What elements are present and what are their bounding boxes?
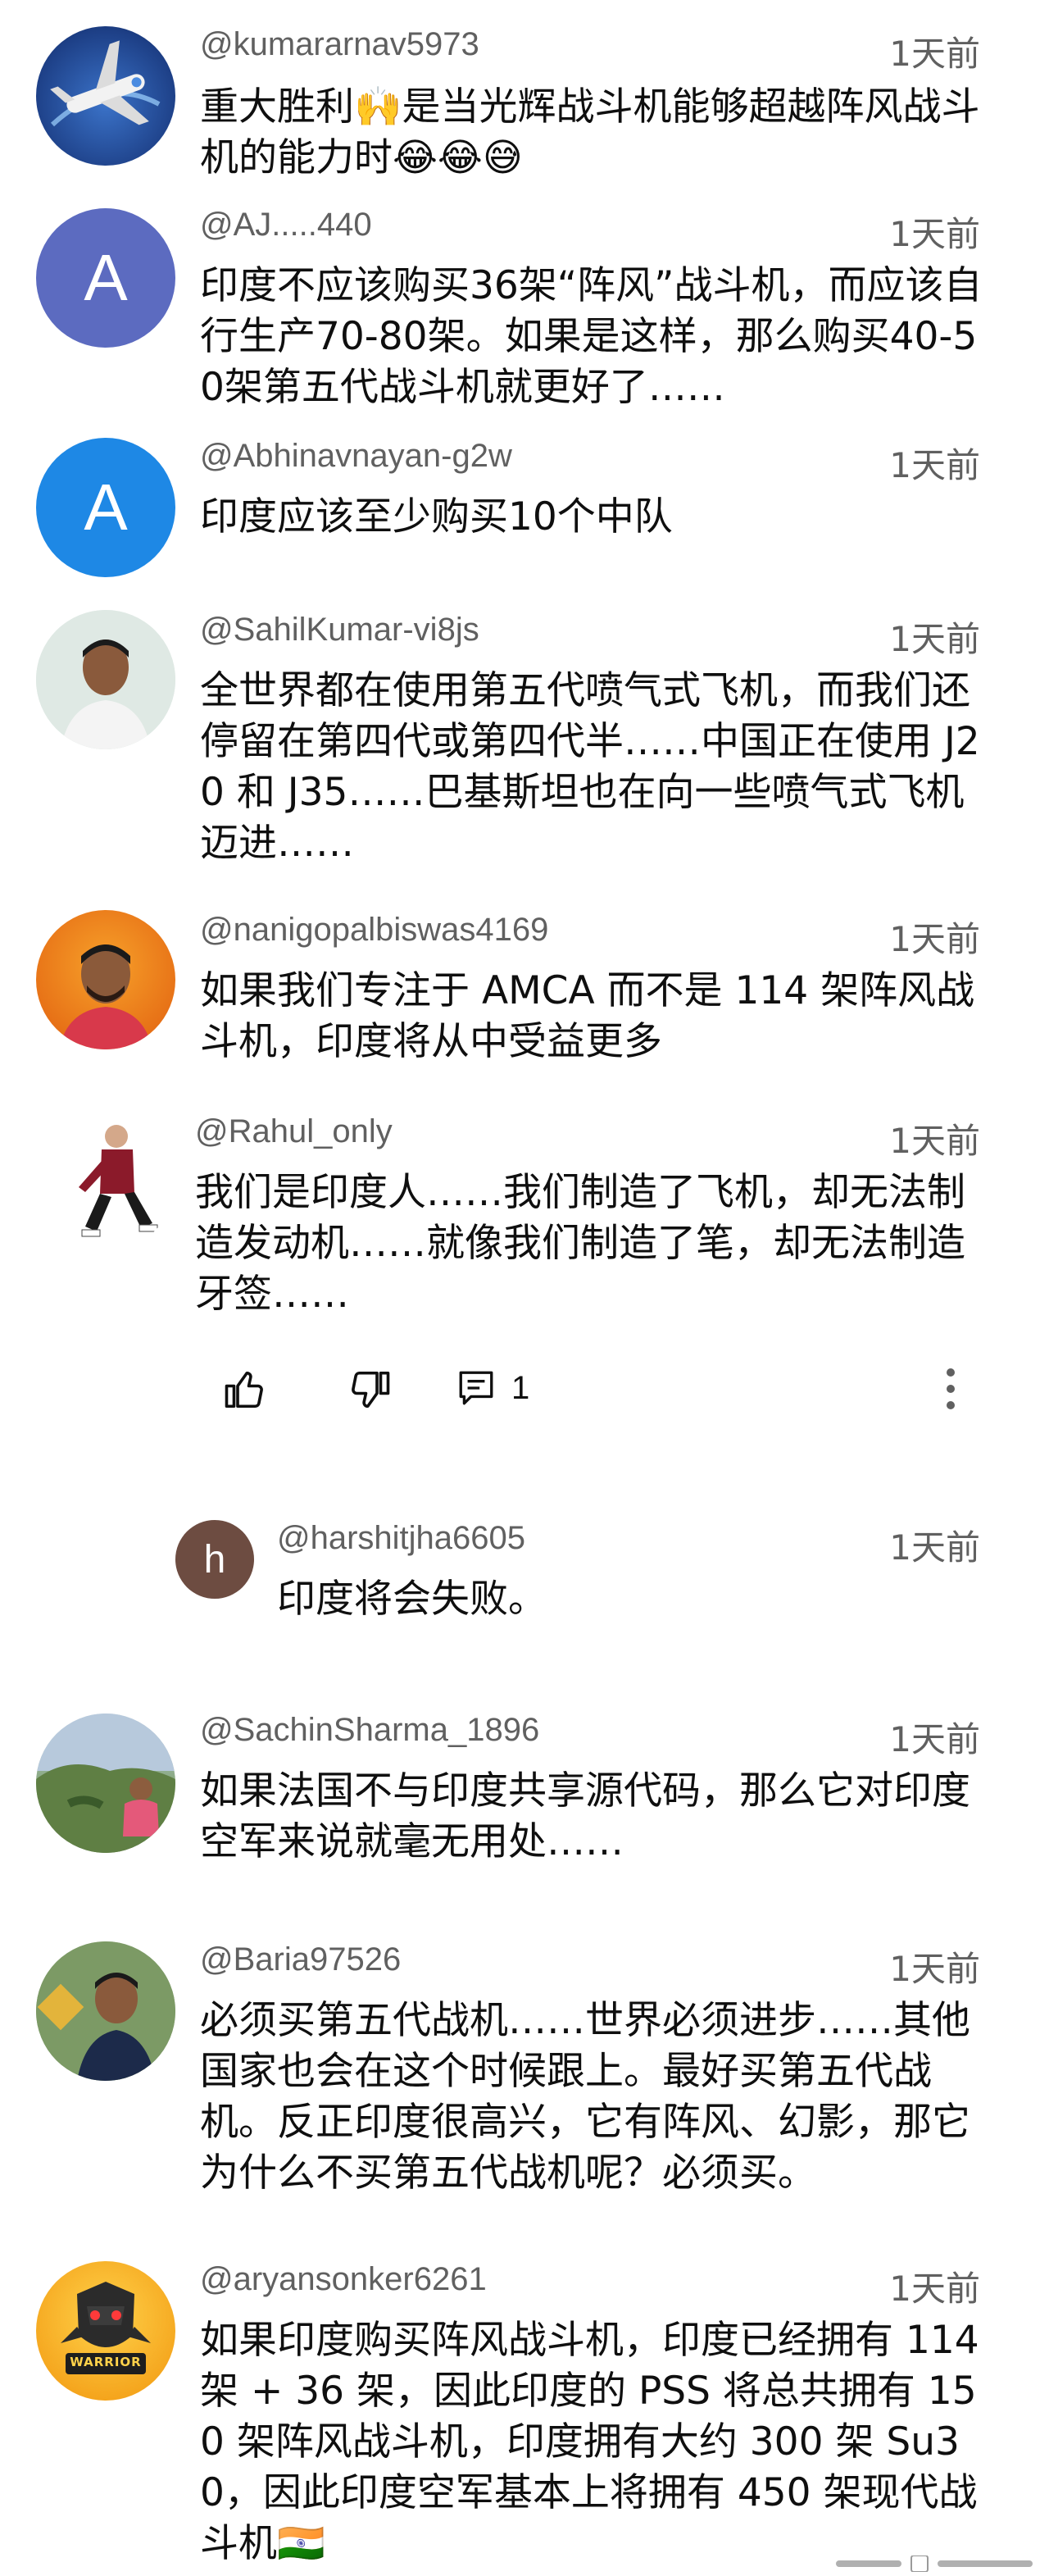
avatar[interactable]: h (175, 1520, 254, 1599)
comment-author[interactable]: @aryansonker6261 (200, 2261, 487, 2298)
dislike-button[interactable] (347, 1368, 392, 1412)
comment-timestamp: 1天前 (889, 919, 980, 959)
comment-text: 印度将会失败。 (277, 1577, 547, 1622)
comment-text: 全世界都在使用第五代喷气式飞机，而我们还停留在第四代或第四代半……中国正在使用 … (200, 668, 980, 866)
reply-comment-icon (459, 1371, 493, 1405)
comment-timestamp: 1天前 (889, 1527, 980, 1568)
reply-button[interactable]: 1 (456, 1368, 529, 1409)
comment-actions: 1 (0, 1356, 1049, 1422)
avatar-letter: h (203, 1537, 226, 1582)
comment-text: 重大胜利🙌是当光辉战斗机能够超越阵风战斗机的能力时😂😂😅 (200, 84, 980, 180)
avatar-letter: A (84, 241, 128, 314)
comment-text: 印度不应该购买36架“阵风”战斗机，而应该自行生产70-80架。如果是这样，那么… (200, 263, 983, 410)
comment-author[interactable]: @kumararnav5973 (200, 26, 479, 63)
comment-timestamp: 1天前 (889, 34, 980, 74)
comment-author[interactable]: @AJ.....440 (200, 207, 372, 243)
avatar-letter: A (84, 471, 128, 544)
avatar[interactable]: A (36, 438, 175, 577)
comment-text: 必须买第五代战机……世界必须进步……其他国家也会在这个时候跟上。最好买第五代战机… (200, 1998, 970, 2196)
thumbs-down-icon (352, 1371, 390, 1409)
avatar[interactable] (36, 26, 175, 166)
comment-timestamp: 1天前 (889, 214, 980, 254)
avatar[interactable]: A (36, 208, 175, 348)
person-photo-icon (36, 1112, 175, 1251)
comment-text: 如果我们专注于 AMCA 而不是 114 架阵风战斗机，印度将从中受益更多 (200, 968, 975, 1064)
comment-text: 我们是印度人……我们制造了飞机，却无法制造发动机……就像我们制造了笔，却无法制造… (195, 1170, 965, 1317)
home-indicator[interactable] (836, 2556, 1033, 2572)
comment-timestamp: 1天前 (889, 1121, 980, 1161)
avatar[interactable] (36, 910, 175, 1049)
comment-timestamp: 1天前 (889, 1949, 980, 1989)
comment-timestamp: 1天前 (889, 619, 980, 659)
like-button[interactable] (223, 1368, 267, 1412)
person-photo-icon (36, 1714, 175, 1853)
person-photo-icon (36, 610, 175, 749)
comment-text: 如果印度购买阵风战斗机，印度已经拥有 114 架 + 36 架，因此印度的 PS… (200, 2318, 979, 2566)
comment-author[interactable]: @SachinSharma_1896 (200, 1712, 539, 1749)
more-options-button[interactable] (934, 1364, 967, 1417)
comment-author[interactable]: @nanigopalbiswas4169 (200, 912, 548, 949)
logo-text: WARRIOR (70, 2355, 142, 2369)
person-photo-icon (36, 1941, 175, 2081)
kebab-menu-icon (947, 1368, 955, 1409)
comment-timestamp: 1天前 (889, 2269, 980, 2309)
thumbs-up-icon (225, 1371, 263, 1409)
comment-text: 印度应该至少购买10个中队 (200, 494, 673, 539)
comment-author[interactable]: @Abhinavnayan-g2w (200, 438, 512, 475)
avatar[interactable]: WARRIOR (36, 2261, 175, 2401)
avatar[interactable] (36, 1714, 175, 1853)
reply-count: 1 (511, 1369, 530, 1406)
comment-timestamp: 1天前 (889, 1719, 980, 1759)
airplane-icon (50, 40, 161, 127)
comment-timestamp: 1天前 (889, 445, 980, 485)
comment-author[interactable]: @Rahul_only (195, 1113, 393, 1150)
avatar[interactable] (36, 1941, 175, 2081)
person-photo-icon (59, 944, 152, 1049)
warrior-logo-icon (61, 2282, 151, 2374)
comment-author[interactable]: @harshitjha6605 (277, 1520, 525, 1557)
comment-text: 如果法国不与印度共享源代码，那么它对印度空军来说就毫无用处…… (200, 1768, 970, 1864)
comment-author[interactable]: @Baria97526 (200, 1941, 401, 1978)
avatar[interactable] (36, 610, 175, 749)
comment-author[interactable]: @SahilKumar-vi8js (200, 612, 479, 649)
avatar[interactable] (36, 1112, 175, 1251)
